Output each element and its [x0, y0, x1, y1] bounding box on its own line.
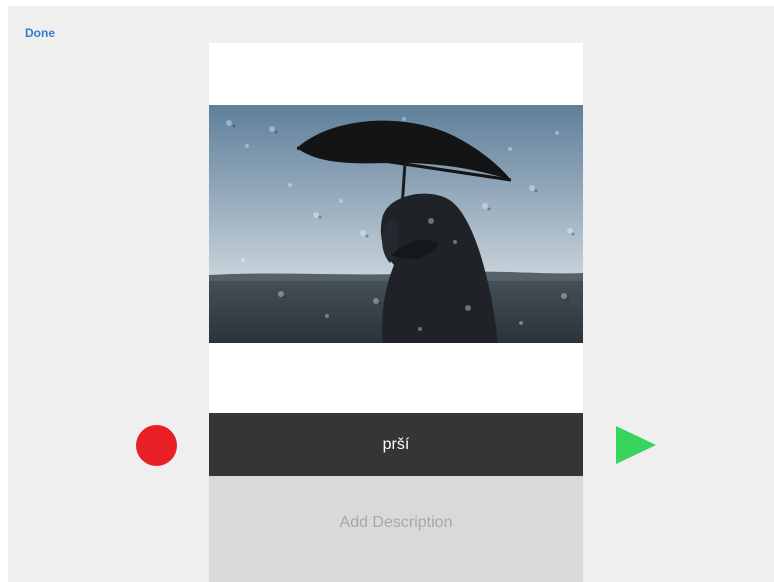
word-label: prší: [382, 435, 410, 453]
record-icon[interactable]: [136, 425, 177, 466]
description-field[interactable]: Add Description: [209, 476, 583, 582]
done-button[interactable]: Done: [25, 26, 55, 40]
card-image[interactable]: [209, 105, 583, 343]
description-placeholder: Add Description: [339, 514, 453, 531]
word-bar[interactable]: prší: [209, 413, 583, 476]
play-icon[interactable]: [616, 426, 656, 464]
rain-umbrella-photo: [209, 105, 583, 343]
